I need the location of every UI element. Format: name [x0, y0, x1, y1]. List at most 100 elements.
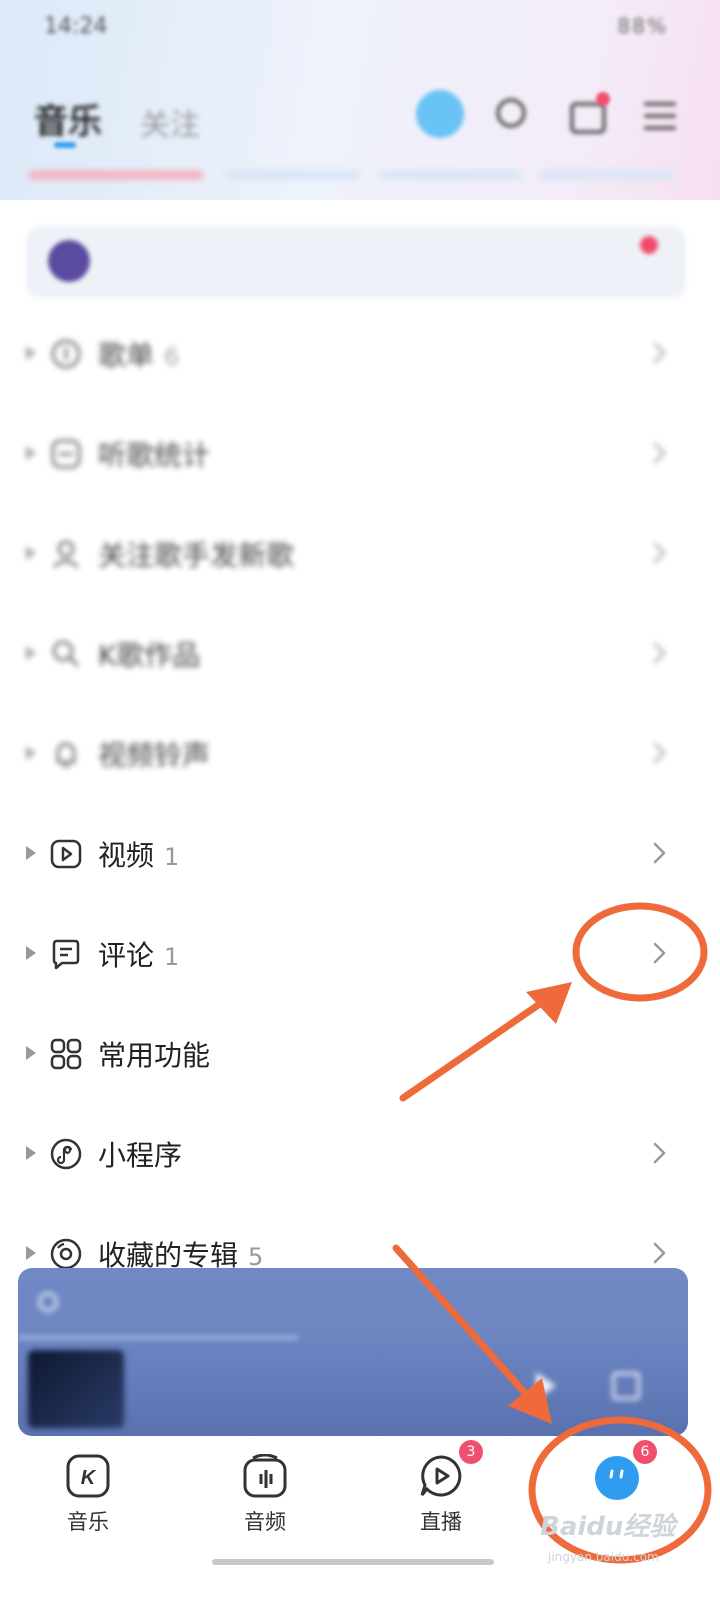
live-icon: 3: [419, 1440, 483, 1498]
search-icon[interactable]: [496, 98, 526, 128]
section-row[interactable]: 小程序: [0, 1104, 720, 1204]
chevron-right-icon[interactable]: [646, 440, 672, 466]
section-row[interactable]: 视频铃声: [0, 704, 720, 804]
mini-player[interactable]: [18, 1268, 688, 1436]
section-row[interactable]: 听歌统计: [0, 404, 720, 504]
grid-icon: [50, 1038, 82, 1070]
expand-caret-icon[interactable]: [26, 846, 36, 860]
section-count: 1: [164, 943, 180, 971]
section-label: 小程序: [98, 1134, 192, 1174]
assistant-avatar-icon[interactable]: [416, 90, 464, 138]
play-icon[interactable]: [536, 1372, 556, 1400]
section-title: 听歌统计: [98, 439, 211, 472]
message-icon: [38, 1292, 58, 1312]
section-row[interactable]: 常用功能: [0, 1004, 720, 1104]
album-icon: [50, 1238, 82, 1270]
section-title: 常用功能: [98, 1039, 211, 1072]
section-count: 6: [164, 343, 180, 371]
play-progress-bar: [18, 1336, 298, 1339]
avatar[interactable]: [48, 240, 90, 282]
section-row[interactable]: K歌作品: [0, 604, 720, 704]
expand-caret-icon[interactable]: [26, 446, 36, 460]
status-bar: 14:24 88%: [0, 0, 720, 60]
nav-music-label: 音乐: [67, 1510, 109, 1534]
section-count: 1: [164, 843, 180, 871]
expand-caret-icon[interactable]: [26, 346, 36, 360]
section-count: 5: [248, 1243, 264, 1271]
audio-icon: [243, 1453, 287, 1498]
sub-tab-strip-3[interactable]: [378, 170, 522, 180]
ringtone-icon: [50, 738, 82, 770]
profile-card[interactable]: [26, 226, 686, 298]
nav-live-label: 直播: [420, 1510, 462, 1534]
sub-tab-active-strip[interactable]: [28, 170, 204, 180]
chevron-right-icon[interactable]: [646, 940, 672, 966]
nav-me[interactable]: 6: [557, 1440, 677, 1510]
karaoke-icon: [50, 638, 82, 670]
sub-tab-strip-4[interactable]: [538, 170, 676, 180]
section-title: K歌作品: [98, 639, 201, 672]
nav-audio[interactable]: 音频: [205, 1453, 325, 1536]
chevron-right-icon[interactable]: [646, 540, 672, 566]
section-label: 常用功能: [98, 1034, 220, 1074]
expand-caret-icon[interactable]: [26, 746, 36, 760]
mini-player-content: [18, 1268, 688, 1436]
top-header: 音乐 关注: [0, 80, 720, 160]
section-label: 歌单 6: [98, 334, 179, 374]
playlist-icon: [50, 338, 82, 370]
nav-audio-label: 音频: [244, 1510, 286, 1534]
tab-follow[interactable]: 关注: [140, 100, 200, 144]
music-k-icon: K: [66, 1454, 110, 1498]
chevron-right-icon[interactable]: [646, 840, 672, 866]
section-label: 评论 1: [98, 934, 179, 974]
shopping-bag-icon[interactable]: [570, 102, 606, 134]
me-avatar-icon: 6: [593, 1440, 657, 1502]
expand-caret-icon[interactable]: [26, 546, 36, 560]
notification-dot: [596, 92, 610, 106]
home-indicator[interactable]: [212, 1559, 494, 1565]
active-tab-indicator: [54, 142, 76, 148]
sub-tab-strip: [28, 170, 688, 184]
chevron-right-icon[interactable]: [646, 1240, 672, 1266]
section-title: 小程序: [98, 1139, 183, 1172]
section-row[interactable]: 关注歌手发新歌: [0, 504, 720, 604]
tab-music[interactable]: 音乐: [34, 94, 102, 143]
chevron-right-icon[interactable]: [646, 640, 672, 666]
section-title: 视频铃声: [98, 739, 211, 772]
watermark-logo: Baidu经验: [540, 1512, 676, 1542]
stats-icon: [50, 438, 82, 470]
section-row[interactable]: 评论 1: [0, 904, 720, 1004]
expand-caret-icon[interactable]: [26, 1246, 36, 1260]
singer-icon: [50, 538, 82, 570]
battery-level: 88%: [617, 14, 668, 38]
watermark-url: jingyan.baidu.com: [548, 1550, 659, 1564]
notification-dot: [640, 236, 658, 254]
live-badge: 3: [459, 1440, 483, 1464]
chevron-right-icon[interactable]: [646, 740, 672, 766]
video-icon: [50, 838, 82, 870]
nav-live[interactable]: 3 直播: [381, 1440, 501, 1536]
section-label: 听歌统计: [98, 434, 220, 474]
section-label: K歌作品: [98, 634, 210, 674]
nav-music[interactable]: K 音乐: [28, 1454, 148, 1536]
sub-tab-strip-2[interactable]: [224, 170, 360, 180]
expand-caret-icon[interactable]: [26, 1046, 36, 1060]
comment-icon: [50, 938, 82, 970]
expand-caret-icon[interactable]: [26, 1146, 36, 1160]
expand-caret-icon[interactable]: [26, 646, 36, 660]
section-title: 评论: [98, 939, 155, 972]
chevron-right-icon[interactable]: [646, 1140, 672, 1166]
section-label: 视频 1: [98, 834, 179, 874]
section-label: 关注歌手发新歌: [98, 534, 304, 574]
section-row[interactable]: 歌单 6: [0, 304, 720, 404]
section-row[interactable]: 视频 1: [0, 804, 720, 904]
expand-caret-icon[interactable]: [26, 946, 36, 960]
section-label: 视频铃声: [98, 734, 220, 774]
menu-icon[interactable]: [644, 102, 676, 138]
svg-text:K: K: [81, 1467, 97, 1489]
playlist-icon[interactable]: [612, 1372, 640, 1400]
miniprogram-icon: [50, 1138, 82, 1170]
section-title: 歌单: [98, 339, 155, 372]
chevron-right-icon[interactable]: [646, 340, 672, 366]
album-cover[interactable]: [28, 1350, 124, 1428]
